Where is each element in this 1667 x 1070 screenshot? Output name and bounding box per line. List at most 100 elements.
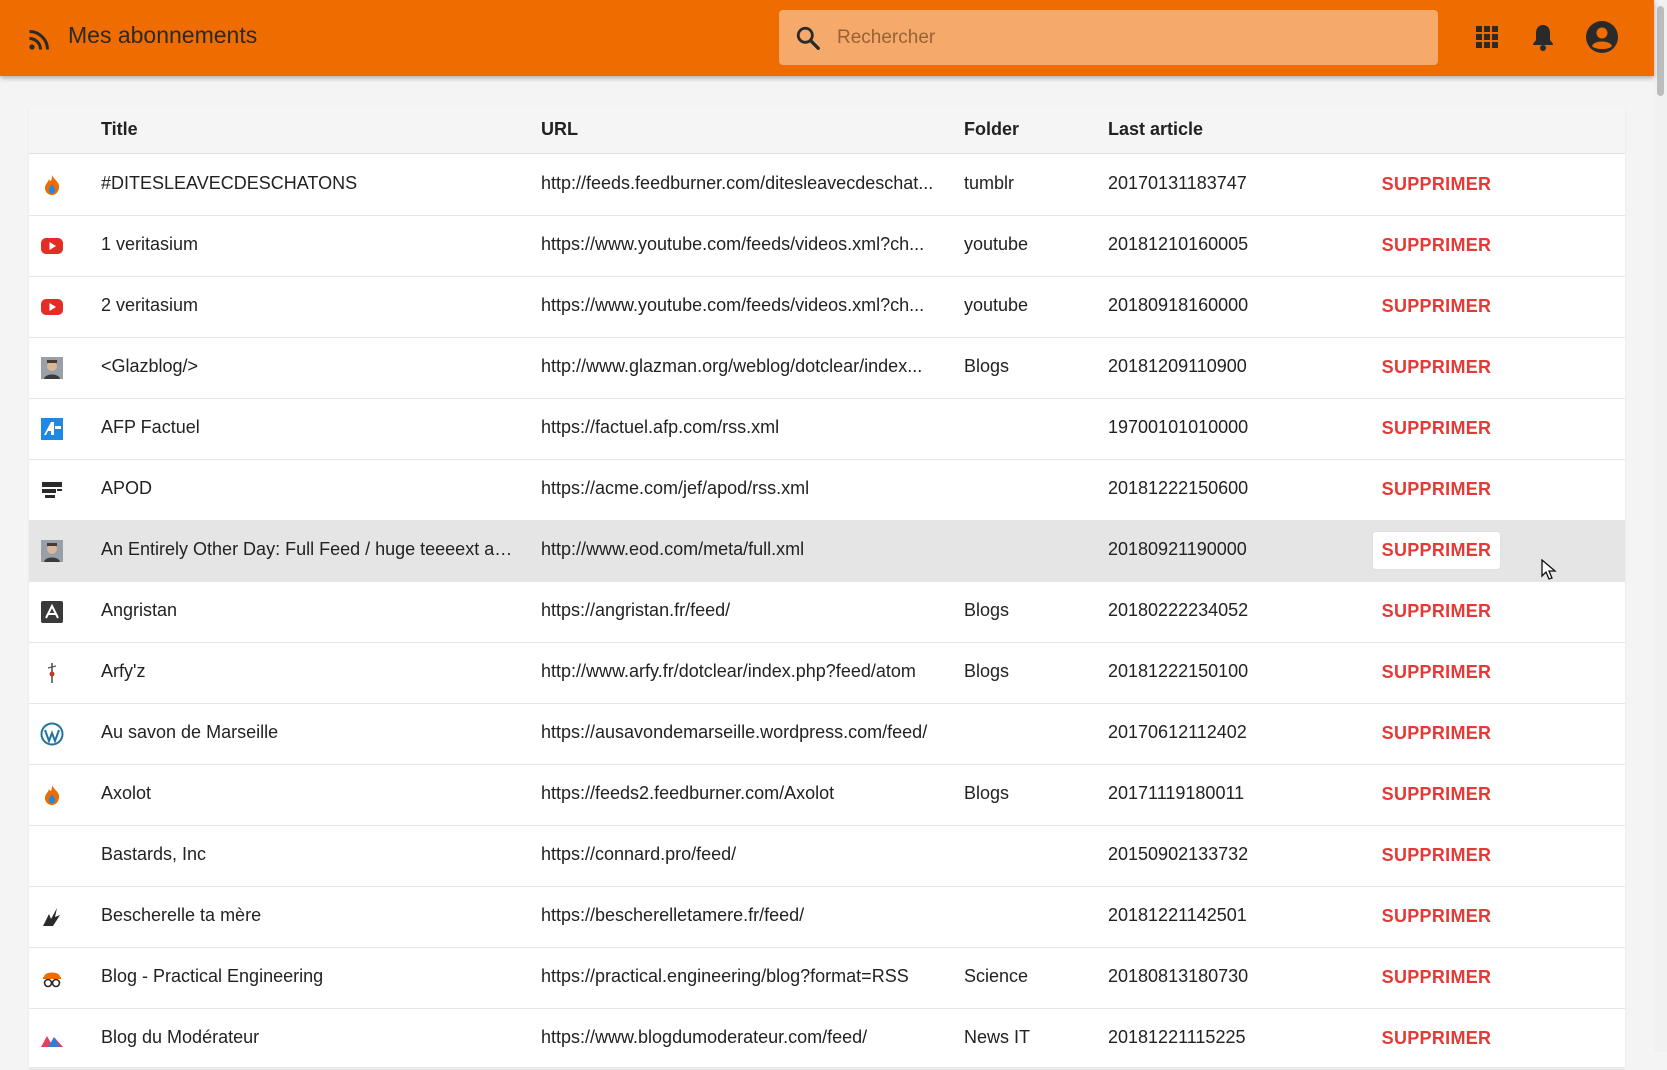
row-last-article: 20150902133732 [1108, 844, 1249, 864]
row-url: https://www.blogdumoderateur.com/feed/ [541, 1027, 868, 1047]
delete-button[interactable]: SUPPRIMER [1373, 776, 1500, 813]
row-folder: youtube [964, 234, 1029, 254]
table-row[interactable]: Arfy'z http://www.arfy.fr/dotclear/index.… [29, 642, 1625, 704]
table-row[interactable]: Angristan https://angristan.fr/feed/Blogs… [29, 581, 1625, 643]
table-row[interactable]: APOD https://acme.com/jef/apod/rss.xml 201… [29, 459, 1625, 521]
subscriptions-table: Title URL Folder Last article #DITESLEAV… [29, 107, 1625, 1070]
row-url: http://feeds.feedburner.com/ditesleavecd… [541, 173, 934, 193]
account-circle-icon[interactable] [1584, 19, 1620, 55]
row-title: Angristan [101, 600, 178, 620]
youtube-icon [41, 238, 63, 254]
row-url: https://factuel.afp.com/rss.xml [541, 417, 780, 437]
mouse-cursor-icon [1541, 559, 1557, 580]
table-row[interactable]: 1 veritasium https://www.youtube.com/feed… [29, 215, 1625, 277]
row-title: Bastards, Inc [101, 844, 207, 864]
row-url: http://www.eod.com/meta/full.xml [541, 539, 805, 559]
row-last-article: 20181209110900 [1108, 356, 1247, 376]
table-row[interactable]: 2 veritasium https://www.youtube.com/feed… [29, 276, 1625, 338]
table-row[interactable]: Bastards, Inc https://connard.pro/feed/20… [29, 825, 1625, 887]
delete-button[interactable]: SUPPRIMER [1373, 593, 1500, 630]
row-title: Bescherelle ta mère [101, 905, 262, 925]
row-url: https://www.youtube.com/feeds/videos.xml… [541, 234, 925, 254]
delete-button[interactable]: SUPPRIMER [1373, 959, 1500, 996]
table-row[interactable]: Bescherelle ta mère https://bescherelleta… [29, 886, 1625, 948]
page-title: Mes abonnements [68, 22, 258, 48]
row-title: APOD [101, 478, 153, 498]
row-folder: tumblr [964, 173, 1015, 193]
table-row[interactable]: Axolot https://feeds2.feedburner.com/Axol… [29, 764, 1625, 826]
delete-button[interactable]: SUPPRIMER [1373, 227, 1500, 264]
table-row[interactable]: AFP Factuel https://factuel.afp.com/rss.x… [29, 398, 1625, 460]
column-header-folder[interactable]: Folder [964, 119, 1019, 140]
table-row[interactable]: #DITESLEAVECDESCHATONS http://feeds.feedb… [29, 154, 1625, 216]
delete-button[interactable]: SUPPRIMER [1373, 654, 1500, 691]
row-folder: Blogs [964, 600, 1010, 620]
row-last-article: 20180918160000 [1108, 295, 1249, 315]
delete-button[interactable]: SUPPRIMER [1373, 471, 1500, 508]
apps-grid-icon[interactable] [1471, 21, 1503, 53]
row-title: 2 veritasium [101, 295, 199, 315]
delete-button[interactable]: SUPPRIMER [1373, 837, 1500, 874]
table-row[interactable]: Au savon de Marseille https://ausavondema… [29, 703, 1625, 765]
youtube-icon [41, 299, 63, 315]
afp-icon [41, 418, 63, 440]
delete-button[interactable]: SUPPRIMER [1373, 715, 1500, 752]
search-box[interactable] [779, 10, 1438, 65]
row-title: Blog du Modérateur [101, 1027, 260, 1047]
row-last-article: 20181221142501 [1108, 905, 1247, 925]
scrollbar-thumb[interactable] [1657, 6, 1664, 96]
table-row[interactable]: An Entirely Other Day: Full Feed / huge … [29, 520, 1625, 582]
row-title: AFP Factuel [101, 417, 200, 437]
row-title: Au savon de Marseille [101, 722, 279, 742]
row-folder: Blogs [964, 661, 1010, 681]
search-input[interactable] [837, 10, 1417, 65]
angristan-icon [41, 601, 63, 623]
moderateur-icon [41, 1036, 63, 1047]
row-title: Axolot [101, 783, 152, 803]
delete-button[interactable]: SUPPRIMER [1373, 532, 1500, 569]
row-title: Blog - Practical Engineering [101, 966, 324, 986]
apod-icon [42, 482, 62, 498]
table-header: Title URL Folder Last article [29, 107, 1625, 154]
row-url: http://www.arfy.fr/dotclear/index.php?fe… [541, 661, 916, 681]
row-last-article: 20180222234052 [1108, 600, 1249, 620]
row-last-article: 20181210160005 [1108, 234, 1249, 254]
column-header-url[interactable]: URL [541, 119, 578, 140]
app-bar: Mes abonnements [0, 0, 1654, 76]
delete-button[interactable]: SUPPRIMER [1373, 288, 1500, 325]
table-row[interactable]: Blog - Practical Engineering https://prac… [29, 947, 1625, 1009]
engineer-icon [43, 972, 61, 988]
row-title: <Glazblog/> [101, 356, 199, 376]
row-last-article: 20180813180730 [1108, 966, 1249, 986]
row-url: https://ausavondemarseille.wordpress.com… [541, 722, 928, 742]
delete-button[interactable]: SUPPRIMER [1373, 410, 1500, 447]
table-row[interactable]: Blog du Modérateur https://www.blogdumode… [29, 1008, 1625, 1070]
row-last-article: 20181222150100 [1108, 661, 1249, 681]
row-url: https://acme.com/jef/apod/rss.xml [541, 478, 810, 498]
row-last-article: 20171119180011 [1108, 783, 1245, 803]
delete-button[interactable]: SUPPRIMER [1373, 898, 1500, 935]
row-last-article: 20170131183747 [1108, 173, 1247, 193]
row-folder: Science [964, 966, 1029, 986]
row-folder: youtube [964, 295, 1029, 315]
portrait-icon [41, 540, 63, 562]
delete-button[interactable]: SUPPRIMER [1373, 166, 1500, 203]
row-folder: Blogs [964, 783, 1010, 803]
table-row[interactable]: <Glazblog/> http://www.glazman.org/weblog… [29, 337, 1625, 399]
column-header-last-article[interactable]: Last article [1108, 119, 1203, 140]
portrait-icon [41, 357, 63, 379]
row-folder: Blogs [964, 356, 1010, 376]
delete-button[interactable]: SUPPRIMER [1373, 1020, 1500, 1057]
notifications-bell-icon[interactable] [1527, 21, 1559, 53]
row-url: https://practical.engineering/blog?forma… [541, 966, 909, 986]
row-title: 1 veritasium [101, 234, 199, 254]
row-last-article: 20180921190000 [1108, 539, 1247, 559]
row-url: https://bescherelletamere.fr/feed/ [541, 905, 805, 925]
column-header-title[interactable]: Title [101, 119, 138, 140]
row-url: https://connard.pro/feed/ [541, 844, 737, 864]
page-scrollbar[interactable] [1654, 0, 1667, 1052]
delete-button[interactable]: SUPPRIMER [1373, 349, 1500, 386]
feedburner-icon [45, 175, 60, 195]
bescherelle-icon [43, 908, 60, 926]
row-url: https://feeds2.feedburner.com/Axolot [541, 783, 835, 803]
